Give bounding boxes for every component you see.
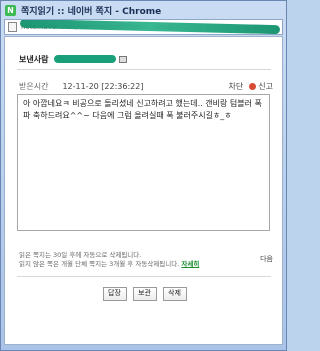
- notice-line-1: 읽은 쪽지는 30일 후에 자동으로 삭제됩니다.: [19, 251, 142, 259]
- contact-card-icon[interactable]: [119, 55, 128, 63]
- siren-icon: [249, 83, 257, 90]
- divider: [17, 69, 271, 70]
- naver-app-icon: N: [5, 4, 16, 16]
- action-buttons: 답장 보관 삭제: [5, 287, 284, 303]
- received-time-label: 받은시간: [19, 82, 49, 91]
- reply-button[interactable]: 답장: [102, 287, 127, 301]
- save-button[interactable]: 보관: [132, 287, 157, 301]
- address-bar[interactable]: note.naver.com/note/view.nhn?seq=…&tsd…: [4, 19, 283, 35]
- notice-area: 읽은 쪽지는 30일 후에 자동으로 삭제됩니다. 읽지 않은 쪽은 개월 단체…: [19, 251, 273, 273]
- sender-label: 보낸사람: [19, 54, 49, 64]
- delete-button[interactable]: 삭제: [162, 287, 187, 301]
- browser-window: N 쪽지읽기 :: 네이버 쪽지 - Chrome note.naver.com…: [0, 0, 287, 351]
- next-link[interactable]: 다음: [260, 255, 273, 264]
- note-content: 보낸사람 받은시간 12-11-20 [22:36:22] 차단 신고 아 아깝…: [4, 36, 283, 345]
- divider: [17, 276, 271, 277]
- sender-redaction-mask: [54, 55, 117, 63]
- report-link[interactable]: 신고: [249, 81, 273, 92]
- received-time-value: 12-11-20 [22:36:22]: [62, 82, 144, 91]
- received-time-row: 받은시간 12-11-20 [22:36:22] 차단 신고: [19, 81, 273, 92]
- report-label: 신고: [258, 82, 273, 91]
- message-body: 아 아깝네요ㅋ 비공으로 돌리셨네 신고하려고 했는데.. 갠비랑 텀블러 폭파…: [17, 94, 270, 231]
- redaction-mask: [19, 20, 281, 34]
- sender-row: 보낸사람: [19, 53, 128, 65]
- window-title: 쪽지읽기 :: 네이버 쪽지 - Chrome: [21, 6, 162, 17]
- page-icon: [8, 22, 17, 32]
- notice-line-2-text: 읽지 않은 쪽은 개월 단체 쪽지는 3개월 후 자동삭제됩니다.: [19, 260, 180, 268]
- block-link[interactable]: 차단: [229, 81, 244, 92]
- detail-link[interactable]: 자세히: [181, 260, 199, 268]
- notice-line-2: 읽지 않은 쪽은 개월 단체 쪽지는 3개월 후 자동삭제됩니다. 자세히: [19, 260, 273, 269]
- title-bar: N 쪽지읽기 :: 네이버 쪽지 - Chrome: [1, 1, 286, 19]
